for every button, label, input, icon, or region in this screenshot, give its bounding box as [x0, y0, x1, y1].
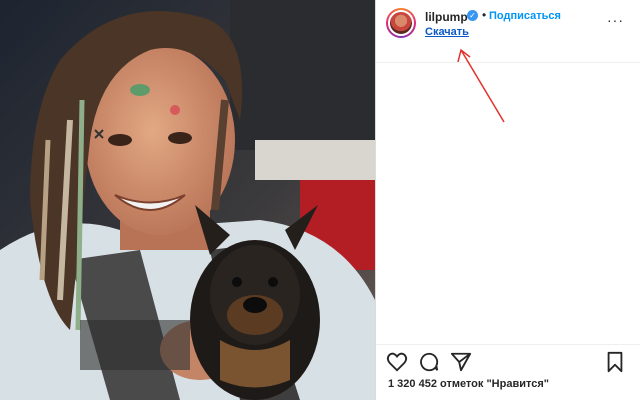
username-link[interactable]: lilpump [425, 10, 468, 24]
avatar[interactable] [386, 8, 416, 38]
post-sidebar: lilpump ✓ • Подписаться Скачать ··· 1 32… [375, 0, 640, 400]
bookmark-icon[interactable] [604, 351, 626, 373]
separator-dot: • [482, 8, 487, 22]
post-header: lilpump ✓ • Подписаться Скачать ··· [376, 0, 640, 63]
photo-image [0, 0, 375, 400]
heart-icon[interactable] [386, 351, 408, 373]
download-link[interactable]: Скачать [425, 26, 469, 38]
action-bar [376, 344, 640, 375]
more-options-icon[interactable]: ··· [607, 12, 624, 28]
verified-badge-icon: ✓ [467, 10, 478, 21]
send-icon[interactable] [450, 351, 472, 373]
likes-count[interactable]: 1 320 452 отметок "Нравится" [388, 378, 549, 390]
comment-icon[interactable] [418, 351, 440, 373]
follow-button[interactable]: Подписаться [489, 10, 561, 22]
post-photo[interactable] [0, 0, 375, 400]
avatar-image [388, 10, 414, 36]
